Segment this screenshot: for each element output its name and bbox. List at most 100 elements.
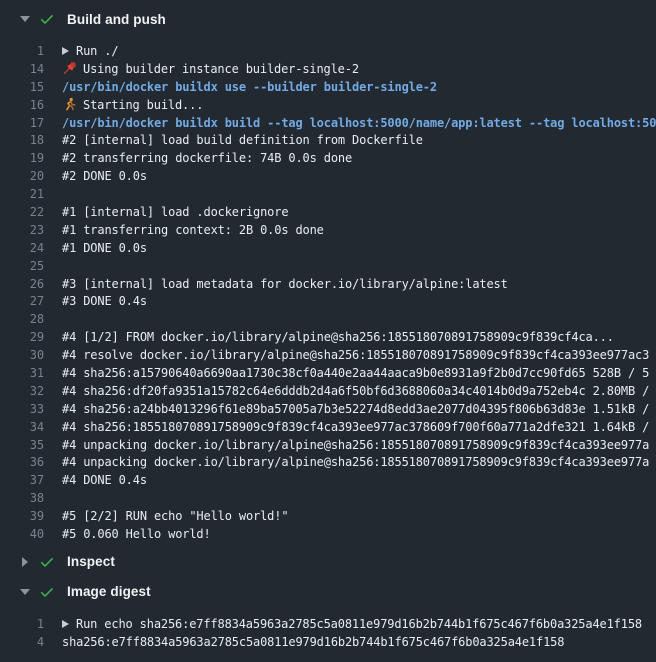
line-number[interactable]: 30 xyxy=(0,348,44,362)
log-text-content: /usr/bin/docker buildx build --tag local… xyxy=(62,116,656,130)
log-text: #4 sha256:185518070891758909c9f839cf4ca3… xyxy=(62,420,649,434)
log-text-content: #1 transferring context: 2B 0.0s done xyxy=(62,223,324,237)
log-lines: 1 Run ./ 14 Using builder instance builder-… xyxy=(0,34,656,547)
section-header-image-digest[interactable]: Image digest xyxy=(0,577,656,607)
chevron-down-icon[interactable] xyxy=(19,16,30,22)
check-icon xyxy=(39,11,55,27)
log-row: 4 sha256:e7ff8834a5963a2785c5a0811e979d16… xyxy=(0,633,656,651)
workflow-log: Build and push1Run ./14Using builder ins… xyxy=(0,4,656,655)
log-row: 21 xyxy=(0,185,656,203)
line-number[interactable]: 17 xyxy=(0,116,44,130)
log-text: #5 0.060 Hello world! xyxy=(62,527,211,541)
chevron-down-icon[interactable] xyxy=(19,589,30,595)
line-number[interactable]: 14 xyxy=(0,62,44,76)
line-number[interactable]: 24 xyxy=(0,241,44,255)
log-text-content: #2 [internal] load build definition from… xyxy=(62,133,423,147)
log-row: 17/usr/bin/docker buildx build --tag loc… xyxy=(0,114,656,132)
line-number[interactable]: 33 xyxy=(0,402,44,416)
log-row: 26 #3 [internal] load metadata for docker… xyxy=(0,275,656,293)
log-row: 1 Run echo sha256:e7ff8834a5963a2785c5a08… xyxy=(0,615,656,633)
log-text-content: #5 [2/2] RUN echo "Hello world!" xyxy=(62,509,288,523)
log-text: #2 transferring dockerfile: 74B 0.0s don… xyxy=(62,151,352,165)
line-number[interactable]: 23 xyxy=(0,223,44,237)
log-text-content: Starting build... xyxy=(83,98,203,112)
log-row: 29 #4 [1/2] FROM docker.io/library/alpine… xyxy=(0,328,656,346)
log-row: 23 #1 transferring context: 2B 0.0s done xyxy=(0,221,656,239)
line-number[interactable]: 32 xyxy=(0,384,44,398)
log-row: 15/usr/bin/docker buildx use --builder b… xyxy=(0,78,656,96)
log-row: 30 #4 resolve docker.io/library/alpine@sh… xyxy=(0,346,656,364)
log-row: 35 #4 unpacking docker.io/library/alpine@… xyxy=(0,436,656,454)
line-number[interactable]: 34 xyxy=(0,420,44,434)
log-row: 25 xyxy=(0,257,656,275)
line-number[interactable]: 38 xyxy=(0,491,44,505)
log-text-content: #4 sha256:a15790640a6690aa1730c38cf0a440… xyxy=(62,366,649,380)
log-row: 37#4 DONE 0.4s xyxy=(0,471,656,489)
section-header-inspect[interactable]: Inspect xyxy=(0,547,656,577)
log-text-content: /usr/bin/docker buildx use --builder bui… xyxy=(62,80,437,94)
line-number[interactable]: 39 xyxy=(0,509,44,523)
log-text-content: #3 DONE 0.4s xyxy=(62,294,147,308)
line-number[interactable]: 28 xyxy=(0,312,44,326)
log-text: Run ./ xyxy=(62,44,118,58)
log-row: 24 #1 DONE 0.0s xyxy=(0,239,656,257)
section-title: Build and push xyxy=(67,12,166,27)
log-text-content: #2 DONE 0.0s xyxy=(62,169,147,183)
log-text-content: #1 DONE 0.0s xyxy=(62,241,147,255)
log-text: #4 sha256:df20fa9351a15782c64e6dddb2d4a6… xyxy=(62,384,649,398)
log-text: #4 unpacking docker.io/library/alpine@sh… xyxy=(62,455,649,469)
log-text: #5 [2/2] RUN echo "Hello world!" xyxy=(62,509,288,523)
log-text-content: #4 unpacking docker.io/library/alpine@sh… xyxy=(62,455,649,469)
line-number[interactable]: 22 xyxy=(0,205,44,219)
log-text: Run echo sha256:e7ff8834a5963a2785c5a081… xyxy=(62,617,642,631)
line-number[interactable]: 40 xyxy=(0,527,44,541)
log-text-content: Run ./ xyxy=(76,44,118,58)
line-number[interactable]: 16 xyxy=(0,98,44,112)
line-number[interactable]: 4 xyxy=(0,635,44,649)
log-text: #1 transferring context: 2B 0.0s done xyxy=(62,223,324,237)
line-number[interactable]: 1 xyxy=(0,44,44,58)
log-row: 40 #5 0.060 Hello world! xyxy=(0,525,656,543)
log-text-content: #4 unpacking docker.io/library/alpine@sh… xyxy=(62,438,649,452)
log-text-content: #4 resolve docker.io/library/alpine@sha2… xyxy=(62,348,649,362)
line-number[interactable]: 31 xyxy=(0,366,44,380)
run-triangle-icon[interactable] xyxy=(62,620,69,628)
line-number[interactable]: 35 xyxy=(0,438,44,452)
line-number[interactable]: 19 xyxy=(0,151,44,165)
log-row: 27 #3 DONE 0.4s xyxy=(0,292,656,310)
log-text: Starting build... xyxy=(62,97,203,112)
line-number[interactable]: 26 xyxy=(0,277,44,291)
log-row: 1 Run ./ xyxy=(0,42,656,60)
log-row: 22#1 [internal] load .dockerignore xyxy=(0,203,656,221)
chevron-right-icon[interactable] xyxy=(19,557,30,567)
pushpin-icon xyxy=(62,61,77,76)
log-text: #1 DONE 0.0s xyxy=(62,241,147,255)
run-triangle-icon[interactable] xyxy=(62,47,69,55)
log-row: 33#4 sha256:a24bb4013296f61e89ba57005a7b… xyxy=(0,400,656,418)
log-text: #3 DONE 0.4s xyxy=(62,294,147,308)
section-header-build-and-push[interactable]: Build and push xyxy=(0,4,656,34)
line-number[interactable]: 37 xyxy=(0,473,44,487)
log-text: sha256:e7ff8834a5963a2785c5a0811e979d16b… xyxy=(62,635,564,649)
line-number[interactable]: 15 xyxy=(0,80,44,94)
log-text: Using builder instance builder-single-2 xyxy=(62,61,359,76)
line-number[interactable]: 36 xyxy=(0,455,44,469)
line-number[interactable]: 25 xyxy=(0,259,44,273)
disclosure-triangle xyxy=(22,557,28,567)
check-icon xyxy=(39,584,55,600)
line-number[interactable]: 21 xyxy=(0,187,44,201)
log-text-content: Run echo sha256:e7ff8834a5963a2785c5a081… xyxy=(76,617,642,631)
line-number[interactable]: 27 xyxy=(0,294,44,308)
log-text-content: #3 [internal] load metadata for docker.i… xyxy=(62,277,508,291)
section-title: Image digest xyxy=(67,584,151,599)
log-text: #4 [1/2] FROM docker.io/library/alpine@s… xyxy=(62,330,614,344)
log-text: #2 DONE 0.0s xyxy=(62,169,147,183)
line-number[interactable]: 29 xyxy=(0,330,44,344)
line-number[interactable]: 20 xyxy=(0,169,44,183)
log-text: #4 unpacking docker.io/library/alpine@sh… xyxy=(62,438,649,452)
log-text-content: #5 0.060 Hello world! xyxy=(62,527,211,541)
line-number[interactable]: 1 xyxy=(0,617,44,631)
log-row: 20 #2 DONE 0.0s xyxy=(0,167,656,185)
line-number[interactable]: 18 xyxy=(0,133,44,147)
log-text-content: sha256:e7ff8834a5963a2785c5a0811e979d16b… xyxy=(62,635,564,649)
